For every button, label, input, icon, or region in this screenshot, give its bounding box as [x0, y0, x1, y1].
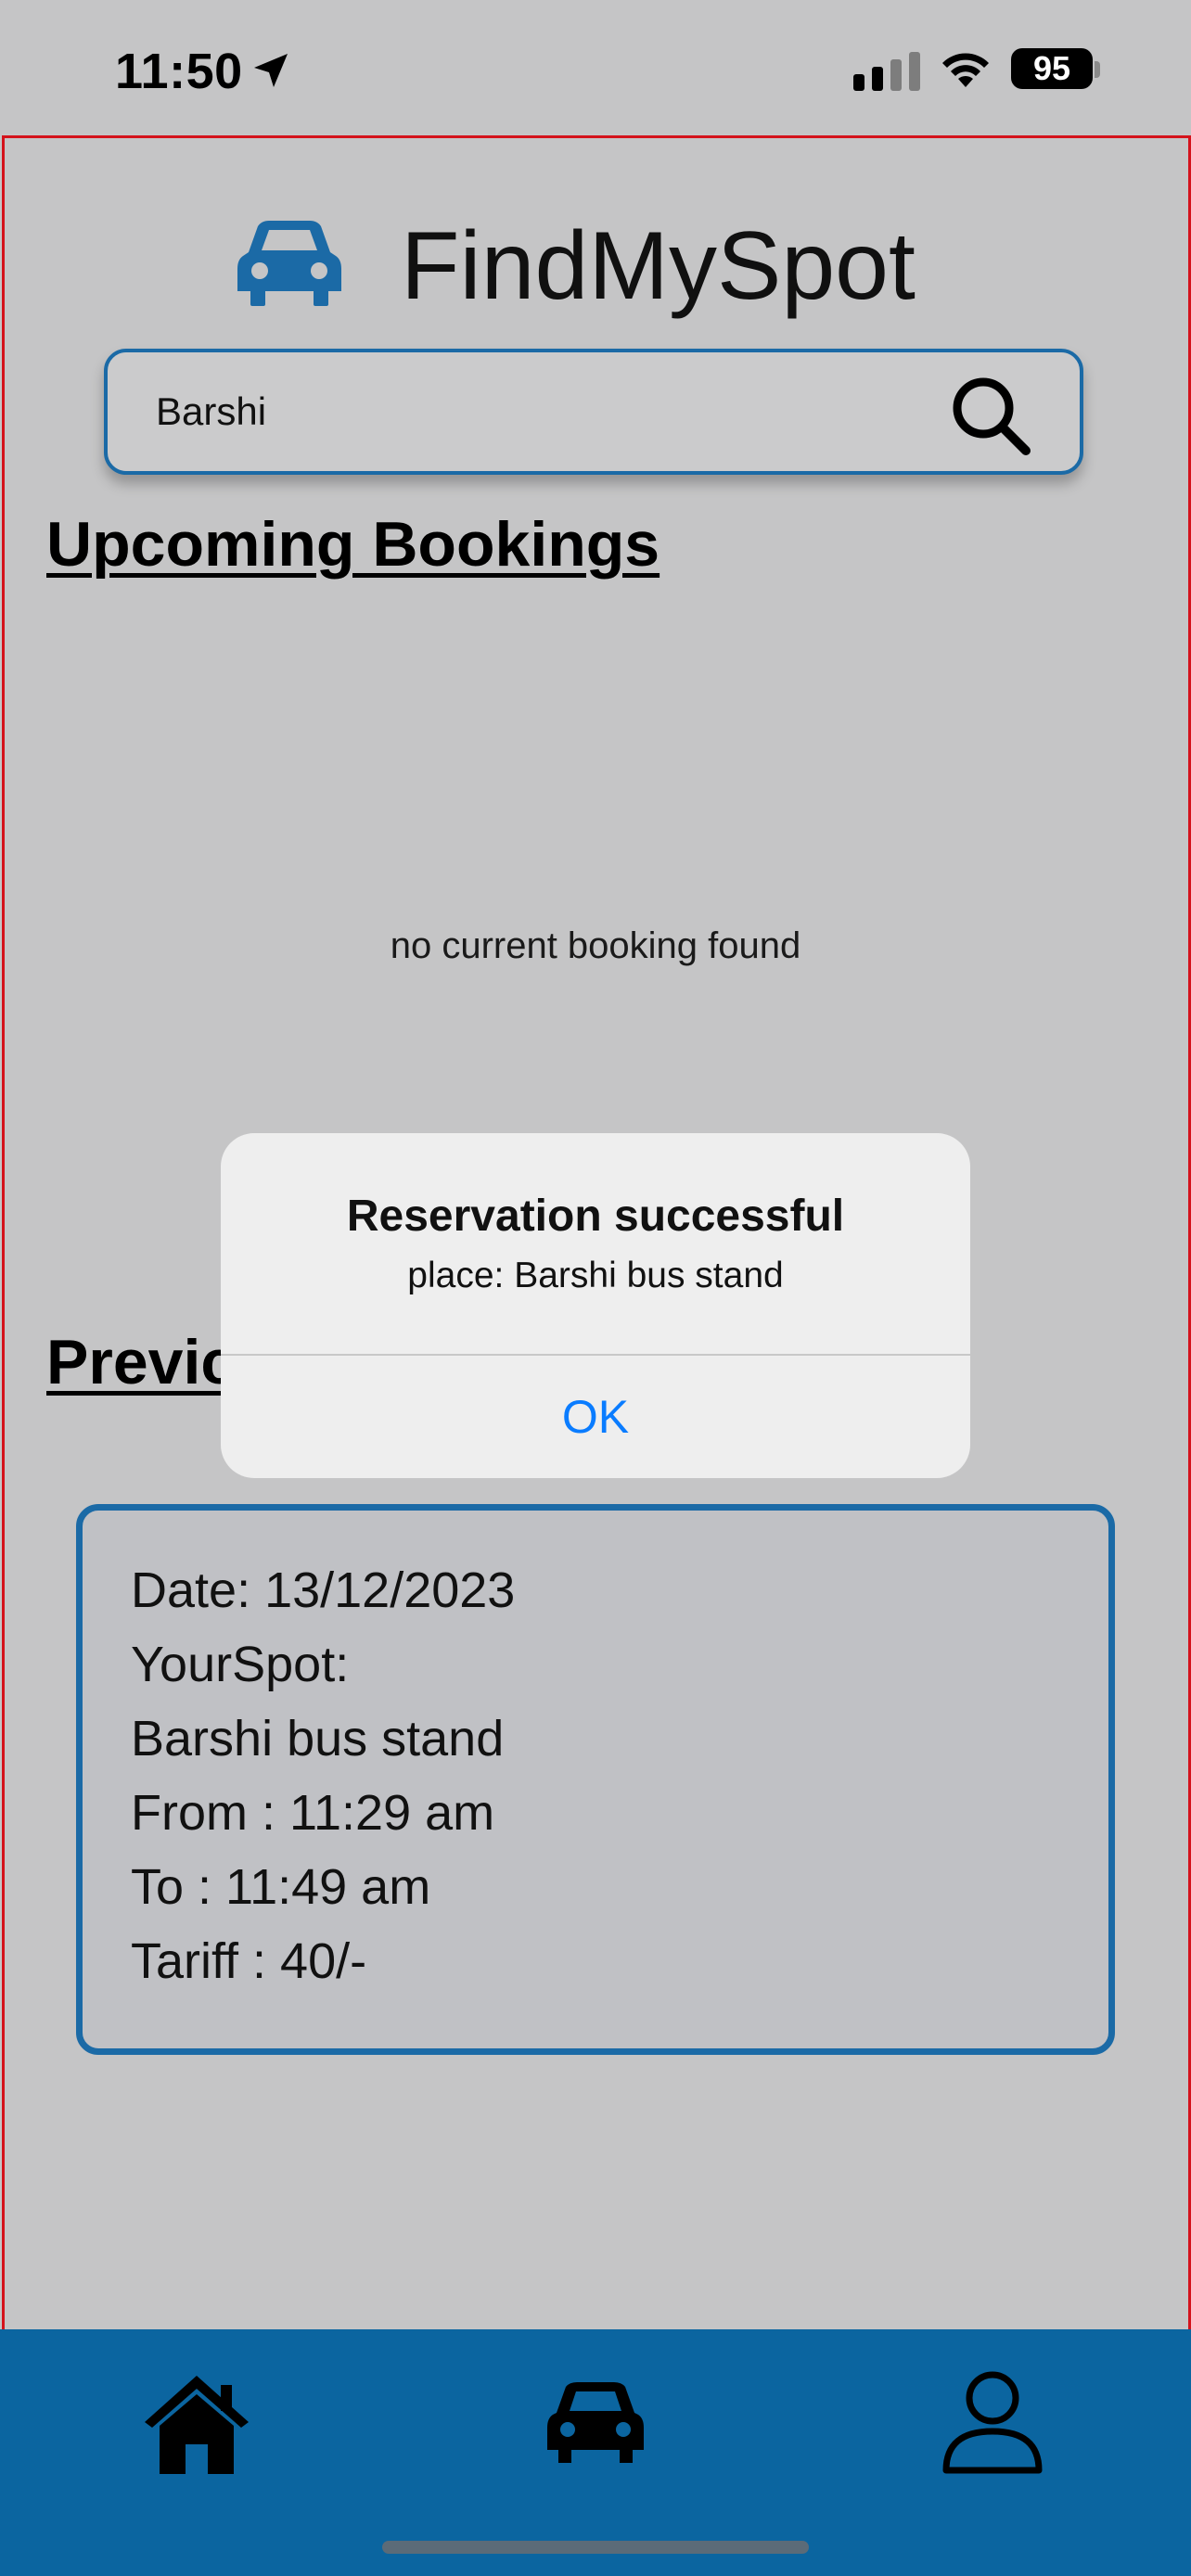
cellular-signal-icon — [853, 52, 920, 91]
wifi-icon — [942, 53, 989, 87]
reservation-alert: Reservation successful place: Barshi bus… — [221, 1133, 970, 1478]
booking-date: Date: 13/12/2023 — [131, 1562, 516, 1618]
booking-spot-label: YourSpot: — [131, 1637, 350, 1692]
upcoming-bookings-heading: Upcoming Bookings — [46, 509, 660, 580]
no-booking-message: no current booking found — [390, 925, 801, 966]
alert-message: place: Barshi bus stand — [407, 1256, 784, 1295]
location-arrow-icon — [254, 54, 288, 87]
booking-card[interactable]: Date: 13/12/2023 YourSpot: Barshi bus st… — [76, 1504, 1115, 2055]
search-icon[interactable] — [950, 375, 1031, 456]
profile-icon[interactable] — [942, 2370, 1043, 2474]
alert-ok-button[interactable]: OK — [221, 1356, 970, 1478]
app-title: FindMySpot — [401, 212, 916, 320]
car-icon[interactable] — [547, 2381, 644, 2465]
car-icon — [237, 221, 341, 306]
booking-to: To : 11:49 am — [131, 1859, 431, 1915]
home-indicator — [382, 2541, 809, 2554]
battery-indicator: 95 — [1011, 48, 1093, 89]
alert-title: Reservation successful — [346, 1192, 845, 1241]
booking-tariff: Tariff : 40/- — [131, 1933, 367, 1989]
booking-spot: Barshi bus stand — [131, 1711, 505, 1766]
search-bar[interactable]: Barshi — [104, 349, 1083, 475]
search-input[interactable]: Barshi — [156, 389, 266, 434]
home-icon[interactable] — [141, 2372, 252, 2476]
status-time: 11:50 — [115, 44, 243, 99]
booking-details: Date: 13/12/2023 YourSpot: Barshi bus st… — [131, 1553, 515, 1998]
previous-bookings-heading: Previc — [46, 1327, 237, 1397]
booking-from: From : 11:29 am — [131, 1785, 495, 1841]
battery-tip — [1095, 61, 1100, 78]
